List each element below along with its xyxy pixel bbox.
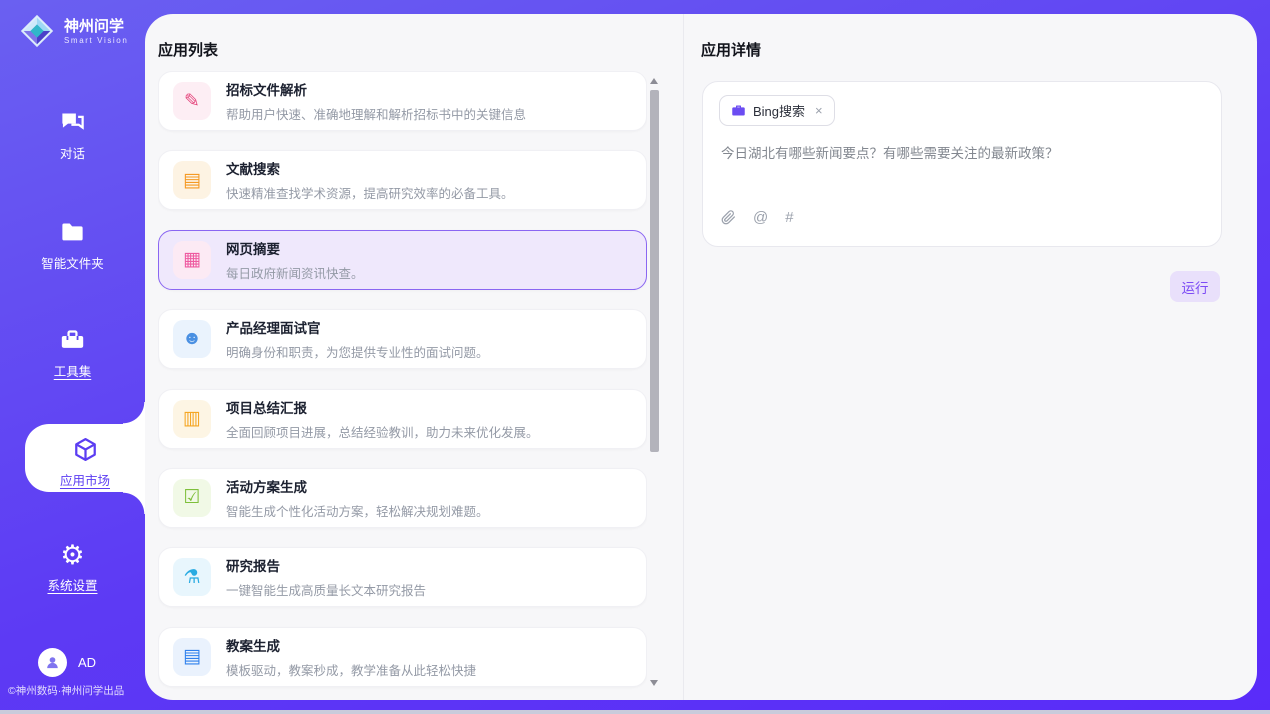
sidebar-item-item[interactable]: 对话 <box>0 108 145 163</box>
research-icon: ⚗ <box>173 558 211 596</box>
brand-logo-icon <box>18 12 56 50</box>
sidebar-item-item[interactable]: ⚙ 系统设置 <box>0 540 145 595</box>
app-card-item[interactable]: ⚗ 研究报告 一键智能生成高质量长文本研究报告 <box>158 547 647 607</box>
user-initials: AD <box>78 655 96 670</box>
app-card-description: 全面回顾项目进展，总结经验教训，助力未来优化发展。 <box>226 422 539 441</box>
app-card-texts: 文献搜索 快速精准查找学术资源，提高研究效率的必备工具。 <box>226 158 514 202</box>
app-card-texts: 项目总结汇报 全面回顾项目进展，总结经验教训，助力未来优化发展。 <box>226 397 539 441</box>
sidebar-item-item[interactable]: 工具集 <box>0 326 145 381</box>
app-card-texts: 网页摘要 每日政府新闻资讯快查。 <box>226 238 364 282</box>
app-card-title: 产品经理面试官 <box>226 317 489 337</box>
app-card-description: 一键智能生成高质量长文本研究报告 <box>226 580 426 599</box>
app-card-title: 网页摘要 <box>226 238 364 258</box>
sidebar-item-label: 工具集 <box>54 361 92 380</box>
user-row[interactable]: AD <box>0 648 145 677</box>
app-card-title: 研究报告 <box>226 555 426 575</box>
app-card-item[interactable]: ☑ 活动方案生成 智能生成个性化活动方案，轻松解决规划难题。 <box>158 468 647 528</box>
brand-text: 神州问学 Smart Vision <box>64 18 128 45</box>
sidebar-item-active[interactable]: 应用市场 <box>25 424 145 492</box>
bottom-edge-strip <box>0 710 1270 714</box>
app-card-title: 文献搜索 <box>226 158 514 178</box>
app-card-texts: 产品经理面试官 明确身份和职责，为您提供专业性的面试问题。 <box>226 317 489 361</box>
app-card-description: 帮助用户快速、准确地理解和解析招标书中的关键信息 <box>226 104 526 123</box>
briefcase-icon <box>731 103 746 118</box>
app-card-item[interactable]: ✎ 招标文件解析 帮助用户快速、准确地理解和解析招标书中的关键信息 <box>158 71 647 131</box>
brand-name: 神州问学 <box>64 18 128 36</box>
scrollbar-thumb[interactable] <box>650 90 659 452</box>
gear-icon: ⚙ <box>0 540 145 570</box>
avatar <box>38 648 67 677</box>
app-card-title: 活动方案生成 <box>226 476 489 496</box>
books-icon: ▤ <box>173 638 211 676</box>
cube-icon <box>25 435 145 465</box>
brand-subtitle: Smart Vision <box>64 36 128 45</box>
chat-icon <box>0 108 145 138</box>
sidebar-item-label: 应用市场 <box>60 470 110 489</box>
app-list-title: 应用列表 <box>158 39 218 60</box>
app-card-texts: 活动方案生成 智能生成个性化活动方案，轻松解决规划难题。 <box>226 476 489 520</box>
app-card-item[interactable]: ☻ 产品经理面试官 明确身份和职责，为您提供专业性的面试问题。 <box>158 309 647 369</box>
app-card-texts: 教案生成 模板驱动，教案秒成，教学准备从此轻松快捷 <box>226 635 476 679</box>
app-card-title: 项目总结汇报 <box>226 397 539 417</box>
toolbox-icon <box>0 326 145 356</box>
main-content: 应用列表 ✎ 招标文件解析 帮助用户快速、准确地理解和解析招标书中的关键信息 ▤… <box>145 14 1257 700</box>
scrollbar-down-arrow-icon[interactable] <box>650 680 658 686</box>
app-card-title: 教案生成 <box>226 635 476 655</box>
input-toolbar: @# <box>721 209 794 226</box>
mention-icon[interactable]: @ <box>753 209 768 226</box>
app-card-description: 每日政府新闻资讯快查。 <box>226 263 364 282</box>
app-card-description: 快速精准查找学术资源，提高研究效率的必备工具。 <box>226 183 514 202</box>
chip-close-icon[interactable]: × <box>815 103 823 118</box>
app-card-texts: 研究报告 一键智能生成高质量长文本研究报告 <box>226 555 426 599</box>
app-card-description: 智能生成个性化活动方案，轻松解决规划难题。 <box>226 501 489 520</box>
panel-divider <box>683 14 684 700</box>
scrollbar-up-arrow-icon[interactable] <box>650 78 658 84</box>
hash-icon[interactable]: # <box>785 209 793 226</box>
app-card-item[interactable]: ▤ 教案生成 模板驱动，教案秒成，教学准备从此轻松快捷 <box>158 627 647 687</box>
folder-icon <box>0 218 145 248</box>
app-detail-title: 应用详情 <box>701 39 761 60</box>
sidebar-item-label: 系统设置 <box>47 575 97 594</box>
person-icon <box>44 654 61 671</box>
scrollbar <box>648 76 661 690</box>
app-card-selected[interactable]: ▦ 网页摘要 每日政府新闻资讯快查。 <box>158 230 647 290</box>
app-card-description: 明确身份和职责，为您提供专业性的面试问题。 <box>226 342 489 361</box>
note-icon: ▥ <box>173 400 211 438</box>
app-card-item[interactable]: ▥ 项目总结汇报 全面回顾项目进展，总结经验教训，助力未来优化发展。 <box>158 389 647 449</box>
copyright-text: ©神州数码·神州问学出品 <box>8 683 124 698</box>
app-card-description: 模板驱动，教案秒成，教学准备从此轻松快捷 <box>226 660 476 679</box>
prompt-input-card[interactable]: Bing搜索 × 今日湖北有哪些新闻要点？有哪些需要关注的最新政策？ @# <box>702 81 1222 247</box>
app-list: ✎ 招标文件解析 帮助用户快速、准确地理解和解析招标书中的关键信息 ▤ 文献搜索… <box>158 71 647 700</box>
sidebar: 神州问学 Smart Vision 对话 智能文件夹 工具集 应用市场 ⚙ 系统… <box>0 0 145 714</box>
interviewer-icon: ☻ <box>173 320 211 358</box>
tool-chip-label: Bing搜索 <box>753 101 805 120</box>
query-text[interactable]: 今日湖北有哪些新闻要点？有哪些需要关注的最新政策？ <box>721 144 1203 164</box>
clipboard-check-icon: ☑ <box>173 479 211 517</box>
brand: 神州问学 Smart Vision <box>18 12 128 50</box>
paperclip-icon[interactable] <box>721 209 736 226</box>
app-card-item[interactable]: ▤ 文献搜索 快速精准查找学术资源，提高研究效率的必备工具。 <box>158 150 647 210</box>
sidebar-item-item[interactable]: 智能文件夹 <box>0 218 145 273</box>
sidebar-item-label: 智能文件夹 <box>41 253 104 272</box>
sidebar-item-label: 对话 <box>60 143 85 162</box>
webpage-icon: ▦ <box>173 241 211 279</box>
app-card-texts: 招标文件解析 帮助用户快速、准确地理解和解析招标书中的关键信息 <box>226 79 526 123</box>
book-icon: ▤ <box>173 161 211 199</box>
doc-edit-icon: ✎ <box>173 82 211 120</box>
app-card-title: 招标文件解析 <box>226 79 526 99</box>
run-button[interactable]: 运行 <box>1170 271 1220 302</box>
tool-chip-bing-search[interactable]: Bing搜索 × <box>719 95 835 126</box>
